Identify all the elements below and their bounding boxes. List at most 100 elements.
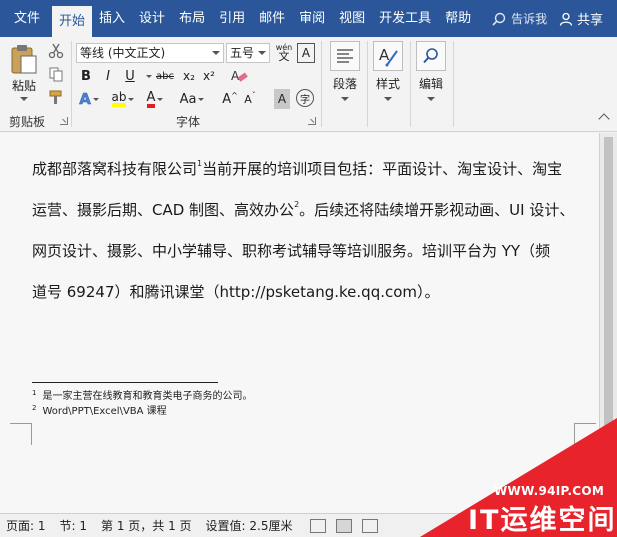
- bold-button[interactable]: B: [78, 66, 94, 86]
- clipboard-launcher-icon[interactable]: [60, 117, 68, 125]
- grow-font-button[interactable]: A ^: [222, 89, 238, 109]
- tab-home[interactable]: 开始: [52, 6, 93, 37]
- paste-dropdown-icon: [20, 97, 28, 101]
- separator: [321, 41, 322, 127]
- footnote-number: 1: [32, 389, 37, 397]
- tab-help[interactable]: 帮助: [438, 0, 478, 37]
- chevron-down-icon: [128, 97, 135, 101]
- chevron-down-icon: [427, 97, 435, 101]
- body-line: 成都部落窝科技有限公司1当前开展的培训项目包括：平面设计、淘宝设计、淘宝: [32, 149, 580, 190]
- separator: [367, 41, 368, 127]
- copy-icon[interactable]: [48, 66, 64, 82]
- styles-icon: A: [373, 41, 403, 71]
- underline-button[interactable]: U: [122, 66, 138, 86]
- enclose-char-button[interactable]: 字: [296, 89, 314, 107]
- chevron-down-icon: [258, 51, 266, 55]
- highlight-button[interactable]: ab: [110, 89, 136, 109]
- tab-design[interactable]: 设计: [132, 0, 172, 37]
- tab-references[interactable]: 引用: [212, 0, 252, 37]
- chevron-down-icon: [212, 51, 220, 55]
- superscript-button[interactable]: x²: [200, 66, 218, 86]
- tab-view[interactable]: 视图: [332, 0, 372, 37]
- shrink-font-label: A: [244, 92, 252, 106]
- share-label: 共享: [576, 13, 603, 28]
- char-border-button[interactable]: A: [297, 43, 315, 63]
- footnote-text: Word\PPT\Excel\VBA 课程: [42, 406, 167, 417]
- search-icon: [423, 48, 438, 64]
- scrollbar-thumb[interactable]: [604, 137, 613, 437]
- change-case-button[interactable]: Aa: [178, 89, 206, 109]
- body-text-segment: 成都部落窝科技有限公司: [32, 160, 198, 178]
- tab-insert[interactable]: 插入: [92, 0, 132, 37]
- editing-button[interactable]: 编辑: [413, 41, 449, 101]
- body-text-segment: 运营、摄影后期、CAD 制图、高效办公: [32, 201, 295, 219]
- phonetic-guide-button[interactable]: wén 文: [274, 42, 294, 62]
- strikethrough-button[interactable]: abc: [154, 66, 176, 86]
- paragraph-button[interactable]: 段落: [327, 41, 363, 101]
- font-size-dropdown[interactable]: 五号: [226, 43, 270, 63]
- collapse-ribbon-icon[interactable]: [598, 113, 610, 125]
- clear-formatting-icon[interactable]: A: [230, 67, 248, 85]
- tab-developer[interactable]: 开发工具: [372, 0, 438, 37]
- body-text-segment: 。后续还将陆续增开影视动画、UI 设计、: [299, 201, 575, 219]
- editing-icon: [416, 41, 446, 71]
- status-page-count[interactable]: 第 1 页，共 1 页: [101, 517, 192, 534]
- paragraph-icon: [330, 41, 360, 71]
- status-page[interactable]: 页面: 1: [6, 517, 46, 534]
- body-line: 网页设计、摄影、中小学辅导、职称考试辅导等培训服务。培训平台为 YY（频: [32, 242, 551, 260]
- document-page[interactable]: 成都部落窝科技有限公司1当前开展的培训项目包括：平面设计、淘宝设计、淘宝 运营、…: [0, 133, 600, 513]
- web-layout-icon[interactable]: [362, 518, 379, 533]
- underline-dropdown-icon[interactable]: [146, 75, 152, 78]
- chevron-down-icon: [157, 97, 164, 101]
- share-button[interactable]: 共享: [559, 9, 603, 28]
- grow-font-label: A: [222, 91, 232, 107]
- subscript-button[interactable]: x₂: [180, 66, 198, 86]
- chevron-down-icon: [341, 97, 349, 101]
- paste-label: 粘贴: [11, 79, 36, 93]
- font-color-button[interactable]: A: [144, 89, 166, 109]
- margin-corner-mark: [10, 423, 32, 445]
- tell-me-label: 告诉我: [511, 12, 548, 26]
- vertical-scrollbar[interactable]: [600, 133, 617, 513]
- font-name-dropdown[interactable]: 等线 (中文正文): [76, 43, 224, 63]
- ribbon-tab-bar: 文件 开始 插入 设计 布局 引用 邮件 审阅 视图 开发工具 帮助 告诉我 共…: [0, 0, 617, 37]
- shrink-arrow-icon: ˇ: [251, 90, 256, 100]
- shrink-font-button[interactable]: Aˇ: [242, 89, 258, 109]
- footnote-number: 2: [32, 404, 37, 412]
- chevron-down-icon: [198, 97, 205, 101]
- char-shading-button[interactable]: A: [274, 89, 290, 109]
- tell-me-box[interactable]: 告诉我: [492, 10, 547, 27]
- document-body[interactable]: 成都部落窝科技有限公司1当前开展的培训项目包括：平面设计、淘宝设计、淘宝 运营、…: [32, 149, 580, 313]
- person-icon: [559, 12, 573, 26]
- footnote[interactable]: 2 Word\PPT\Excel\VBA 课程: [32, 405, 167, 418]
- status-setting[interactable]: 设置值: 2.5厘米: [206, 517, 293, 534]
- font-size-value: 五号: [230, 46, 255, 60]
- status-section[interactable]: 节: 1: [60, 517, 88, 534]
- paste-button[interactable]: 粘贴: [6, 43, 42, 107]
- print-layout-icon[interactable]: [336, 518, 353, 533]
- read-mode-icon[interactable]: [310, 518, 327, 533]
- clipboard-group-label: 剪贴板: [9, 115, 46, 129]
- separator: [453, 41, 454, 127]
- svg-text:A: A: [231, 69, 240, 83]
- body-line: 运营、摄影后期、CAD 制图、高效办公2。后续还将陆续增开影视动画、UI 设计、: [32, 190, 580, 231]
- change-case-label: Aa: [179, 91, 197, 107]
- footnote[interactable]: 1 是一家主营在线教育和教育类电子商务的公司。: [32, 390, 252, 403]
- chevron-down-icon: [384, 97, 392, 101]
- cut-icon[interactable]: [48, 43, 64, 59]
- italic-button[interactable]: I: [100, 66, 116, 86]
- watermark-url: WWW.94IP.COM: [494, 484, 605, 498]
- tab-review[interactable]: 审阅: [292, 0, 332, 37]
- styles-button[interactable]: A 样式: [370, 41, 406, 101]
- font-group-label: 字体: [176, 115, 201, 129]
- tab-layout[interactable]: 布局: [172, 0, 212, 37]
- svg-text:A: A: [379, 46, 390, 64]
- tab-mailings[interactable]: 邮件: [252, 0, 292, 37]
- text-effects-button[interactable]: A: [78, 89, 100, 109]
- format-painter-icon[interactable]: [48, 89, 64, 105]
- tab-file[interactable]: 文件: [0, 0, 52, 37]
- font-launcher-icon[interactable]: [308, 117, 316, 125]
- editing-label: 编辑: [418, 77, 443, 91]
- margin-corner-mark: [574, 423, 596, 445]
- watermark-title: IT运维空间: [468, 505, 617, 536]
